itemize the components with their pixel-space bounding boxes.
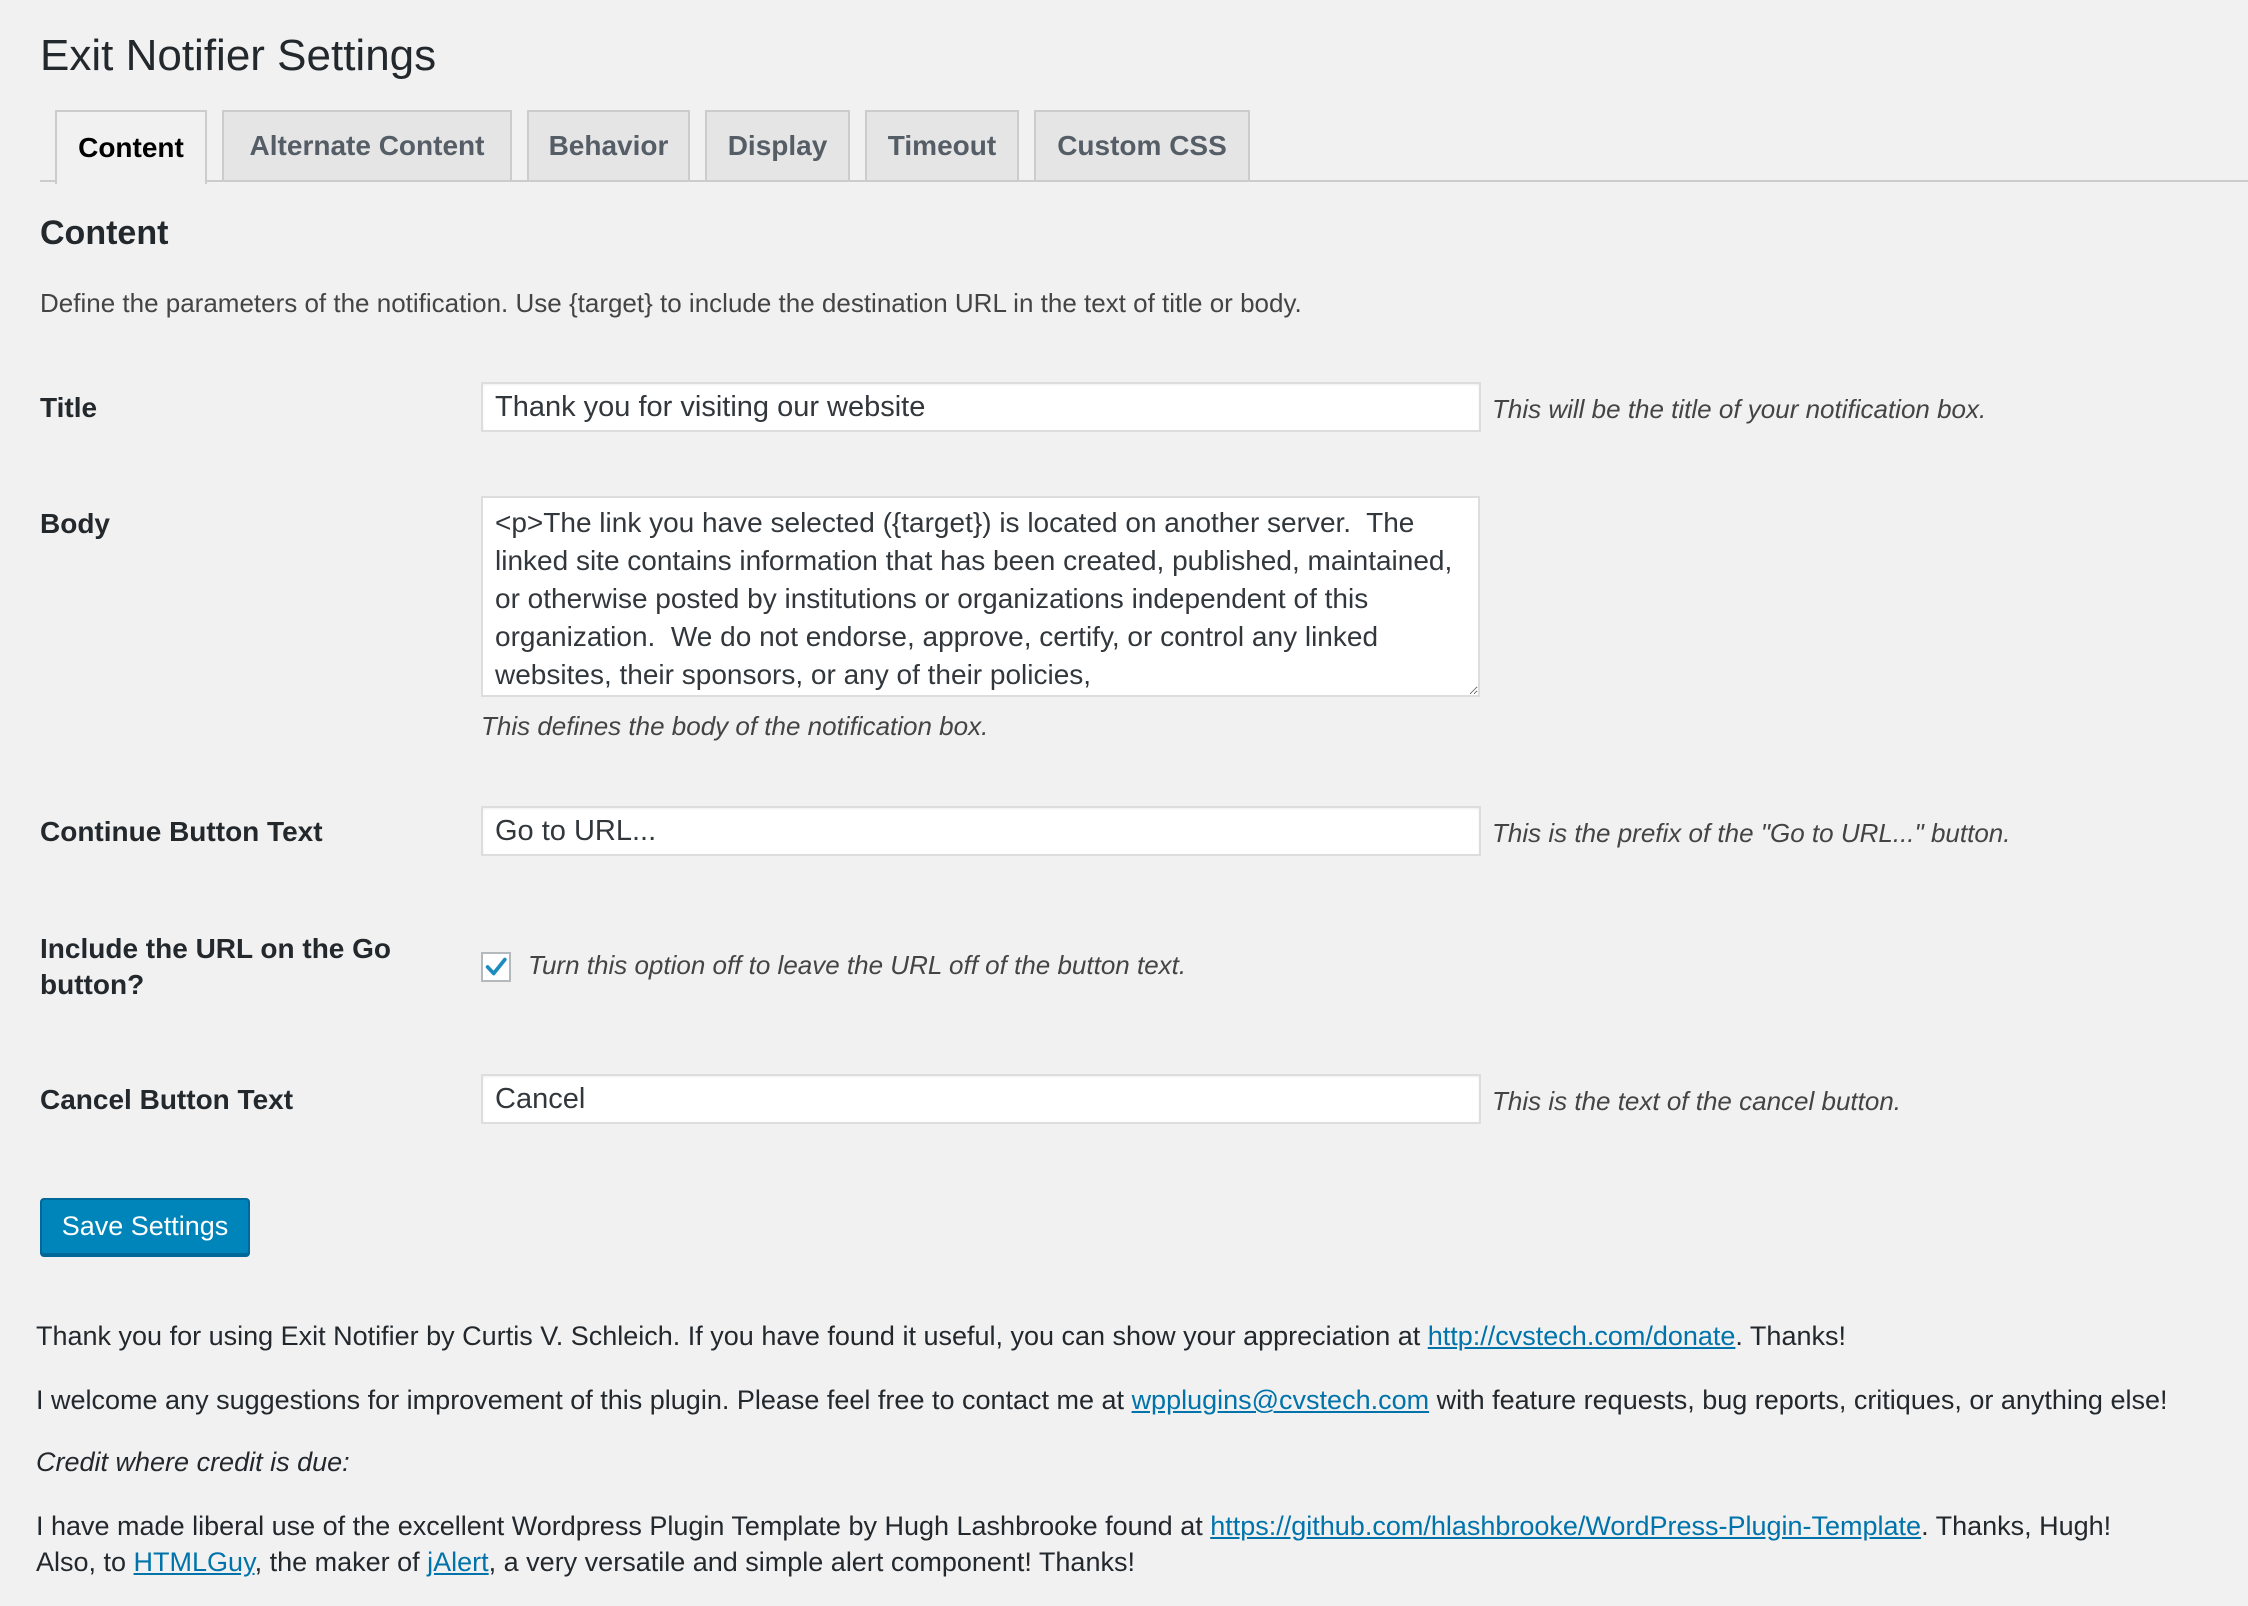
body-textarea[interactable]: <p>The link you have selected ({target})… <box>481 496 1480 697</box>
tab-alternate-content[interactable]: Alternate Content <box>222 110 512 180</box>
title-hint: This will be the title of your notificat… <box>1492 394 1987 424</box>
also-mid: , the maker of <box>254 1547 428 1577</box>
section-description: Define the parameters of the notificatio… <box>40 288 1302 318</box>
tab-content[interactable]: Content <box>55 110 207 184</box>
title-input[interactable] <box>481 382 1481 432</box>
also-end: , a very versatile and simple alert comp… <box>488 1547 1135 1577</box>
page-title: Exit Notifier Settings <box>40 31 437 80</box>
title-label: Title <box>40 392 98 423</box>
tab-timeout[interactable]: Timeout <box>865 110 1019 180</box>
footer-thanks: Thank you for using Exit Notifier by Cur… <box>36 1318 1846 1354</box>
tabs-divider <box>40 180 2248 182</box>
tab-display[interactable]: Display <box>705 110 850 180</box>
cancel-hint: This is the text of the cancel button. <box>1492 1086 1902 1116</box>
footer-thanks-end: . Thanks! <box>1735 1321 1846 1351</box>
htmlguy-link[interactable]: HTMLGuy <box>134 1547 255 1577</box>
jalert-link[interactable]: jAlert <box>427 1547 489 1577</box>
credit-heading: Credit where credit is due: <box>36 1447 350 1477</box>
donate-link[interactable]: http://cvstech.com/donate <box>1428 1321 1736 1351</box>
continue-label: Continue Button Text <box>40 816 323 847</box>
include-url-hint: Turn this option off to leave the URL of… <box>528 950 1187 980</box>
include-url-checkbox[interactable] <box>481 952 511 982</box>
save-settings-button[interactable]: Save Settings <box>40 1198 250 1255</box>
body-label: Body <box>40 508 110 539</box>
credit-text: I have made liberal use of the excellent… <box>36 1511 1211 1541</box>
footer-thanks-text: Thank you for using Exit Notifier by Cur… <box>36 1321 1428 1351</box>
continue-hint: This is the prefix of the "Go to URL..."… <box>1492 818 2011 848</box>
include-url-label: Include the URL on the Go button? <box>40 933 392 1000</box>
cancel-label: Cancel Button Text <box>40 1084 294 1115</box>
github-link[interactable]: https://github.com/hlashbrooke/WordPress… <box>1210 1511 1921 1541</box>
email-link[interactable]: wpplugins@cvstech.com <box>1132 1385 1430 1415</box>
footer-suggestions-end: with feature requests, bug reports, crit… <box>1429 1385 2168 1415</box>
credit-end: . Thanks, Hugh! <box>1921 1511 2112 1541</box>
footer-suggestions-text: I welcome any suggestions for improvemen… <box>36 1385 1132 1415</box>
tab-behavior[interactable]: Behavior <box>527 110 690 180</box>
also-text: Also, to <box>36 1547 134 1577</box>
cancel-button-text-input[interactable] <box>481 1074 1481 1124</box>
footer-suggestions: I welcome any suggestions for improvemen… <box>36 1382 2167 1418</box>
footer-also-line: Also, to HTMLGuy, the maker of jAlert, a… <box>36 1544 1135 1580</box>
body-hint: This defines the body of the notificatio… <box>481 711 989 741</box>
tab-custom-css[interactable]: Custom CSS <box>1034 110 1250 180</box>
checkmark-icon <box>485 957 507 976</box>
footer-credit-line: I have made liberal use of the excellent… <box>36 1508 2111 1544</box>
settings-page: Exit Notifier Settings Content Alternate… <box>0 0 2248 1606</box>
section-title: Content <box>40 214 169 252</box>
continue-button-text-input[interactable] <box>481 806 1481 856</box>
